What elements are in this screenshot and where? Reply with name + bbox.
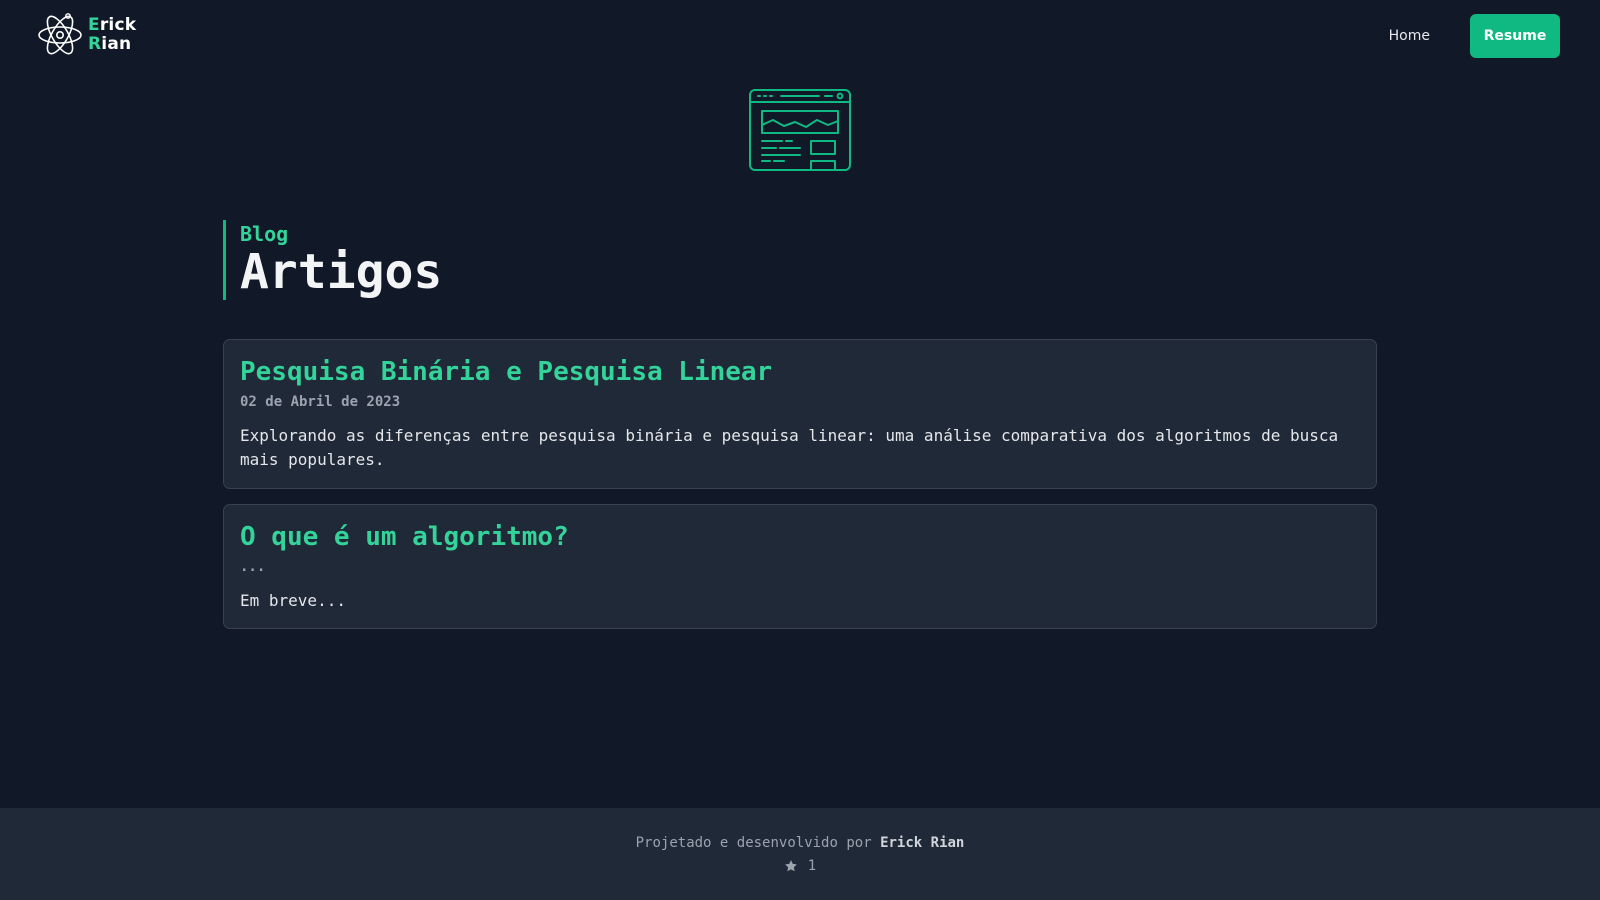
page-title: Artigos [240,244,443,300]
logo-text: Erick Rian [88,16,136,54]
logo-initial-r: R [88,34,102,54]
article-description: Em breve... [240,591,346,610]
resume-button[interactable]: Resume [1470,14,1560,58]
article-card[interactable]: O que é um algoritmo? ... Em breve... [223,504,1377,629]
site-header: Erick Rian Home Resume [0,0,1600,72]
browser-window-icon [749,89,851,171]
section-heading: Blog Artigos [223,220,442,300]
main-nav: Home Resume [1389,14,1560,58]
article-title[interactable]: Pesquisa Binária e Pesquisa Linear [240,356,1360,388]
article-date: ... [240,559,266,575]
article-description: Explorando as diferenças entre pesquisa … [240,426,1339,469]
stars-count: 1 [807,858,817,874]
logo-line2-rest: ian [101,34,132,54]
logo-initial-e: E [88,15,100,35]
article-card[interactable]: Pesquisa Binária e Pesquisa Linear 02 de… [223,339,1377,489]
atom-icon [38,13,82,55]
article-title[interactable]: O que é um algoritmo? [240,521,1360,553]
article-list: Pesquisa Binária e Pesquisa Linear 02 de… [223,339,1377,644]
footer-credit-prefix: Projetado e desenvolvido por [635,835,872,851]
logo-line1-rest: rick [99,15,137,35]
site-logo[interactable]: Erick Rian [38,11,136,59]
footer-credit-author: Erick Rian [880,835,965,851]
section-kicker: Blog [240,222,289,246]
star-icon [784,860,797,872]
nav-home-link[interactable]: Home [1389,28,1430,44]
article-date: 02 de Abril de 2023 [240,394,401,410]
github-stars-link[interactable]: 1 [784,858,816,874]
footer-credit: Projetado e desenvolvido por Erick Rian [0,834,1600,852]
site-footer: Projetado e desenvolvido por Erick Rian … [0,808,1600,900]
